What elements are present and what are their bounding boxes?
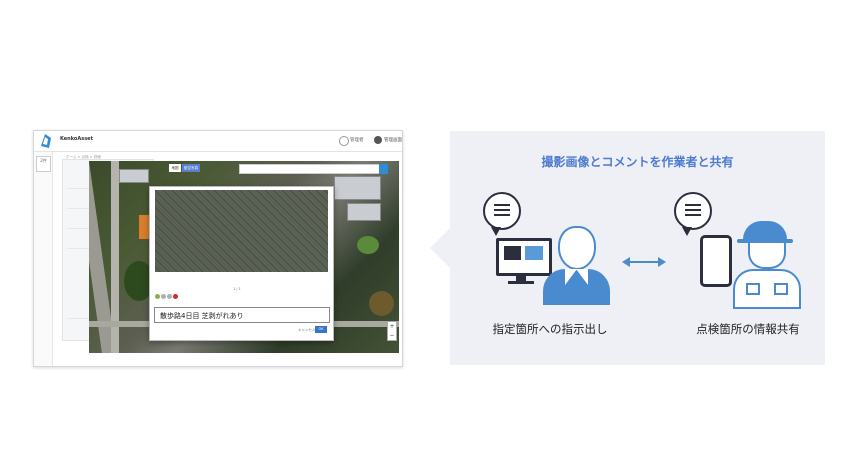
app-screenshot: KenkoAsset 管理者 管理画面 2件 ホーム > 点検 > 詳細 地図 …	[33, 130, 403, 367]
tool-icon[interactable]	[161, 294, 166, 299]
pocket	[774, 283, 788, 295]
speech-bubble-icon	[674, 192, 712, 230]
photo-comment-dialog: 1 / 1 散歩路4日目 芝剥がれあり キャンセル OK	[149, 186, 334, 341]
record-icon[interactable]	[173, 294, 178, 299]
instruction-label: 指定箇所への指示出し	[492, 322, 608, 336]
rail-item[interactable]: 2件	[36, 156, 51, 172]
user-name[interactable]: 管理者	[350, 137, 364, 143]
monitor-base	[508, 281, 534, 284]
pocket	[746, 283, 760, 295]
page-indicator: 1 / 1	[233, 287, 241, 291]
comment-field[interactable]: 散歩路4日目 芝剥がれあり	[154, 307, 330, 323]
map-search-input[interactable]	[239, 164, 381, 174]
app-name: KenkoAsset	[60, 136, 93, 142]
monitor-panel	[504, 246, 521, 260]
bubble-tail	[491, 227, 501, 236]
map-tree	[357, 236, 379, 254]
tab-map[interactable]: 地図	[169, 164, 181, 172]
inspection-photo	[155, 190, 328, 272]
double-arrow-icon	[622, 257, 666, 267]
left-rail: 2件	[34, 152, 53, 366]
sharing-label: 点検箇所の情報共有	[696, 322, 800, 336]
search-button[interactable]	[379, 164, 388, 174]
smartphone-icon	[700, 235, 732, 287]
bubble-line	[494, 214, 510, 216]
map-tree	[369, 291, 394, 316]
user-avatar-icon[interactable]	[339, 136, 349, 146]
monitor-panel	[525, 246, 543, 260]
area-marker[interactable]	[139, 215, 149, 239]
field-worker-helmet-icon	[743, 221, 787, 241]
tool-icon[interactable]	[155, 294, 160, 299]
gear-icon[interactable]	[374, 136, 382, 144]
map-building	[347, 203, 381, 221]
zoom-control[interactable]: + −	[387, 321, 397, 341]
bubble-tail	[682, 227, 692, 236]
collar	[576, 269, 588, 285]
app-header: KenkoAsset 管理者 管理画面	[34, 131, 402, 152]
settings-link[interactable]: 管理画面	[384, 137, 402, 143]
monitor-icon	[496, 238, 552, 276]
bubble-line	[685, 214, 701, 216]
speech-bubble-icon	[483, 192, 521, 230]
tool-icon[interactable]	[167, 294, 172, 299]
field-worker-body	[733, 269, 801, 309]
comment-text: 散歩路4日目 芝剥がれあり	[160, 312, 244, 320]
ok-button[interactable]: OK	[315, 326, 327, 333]
bubble-line	[685, 209, 701, 211]
bubble-line	[494, 204, 510, 206]
app-logo-icon[interactable]	[39, 134, 51, 148]
map-building	[119, 169, 149, 183]
field-worker-icon	[748, 243, 786, 269]
office-worker-icon	[558, 226, 596, 270]
bubble-line	[494, 209, 510, 211]
sharing-diagram: 撮影画像とコメントを作業者と共有 指定箇所への指示出し 点検箇所の情報共有	[450, 131, 825, 365]
diagram-title: 撮影画像とコメントを作業者と共有	[541, 155, 734, 169]
callout-pointer	[430, 228, 450, 268]
map-building	[334, 176, 381, 200]
tab-satellite[interactable]: 航空写真	[182, 164, 200, 172]
bubble-line	[685, 204, 701, 206]
cancel-button[interactable]: キャンセル	[298, 328, 316, 333]
